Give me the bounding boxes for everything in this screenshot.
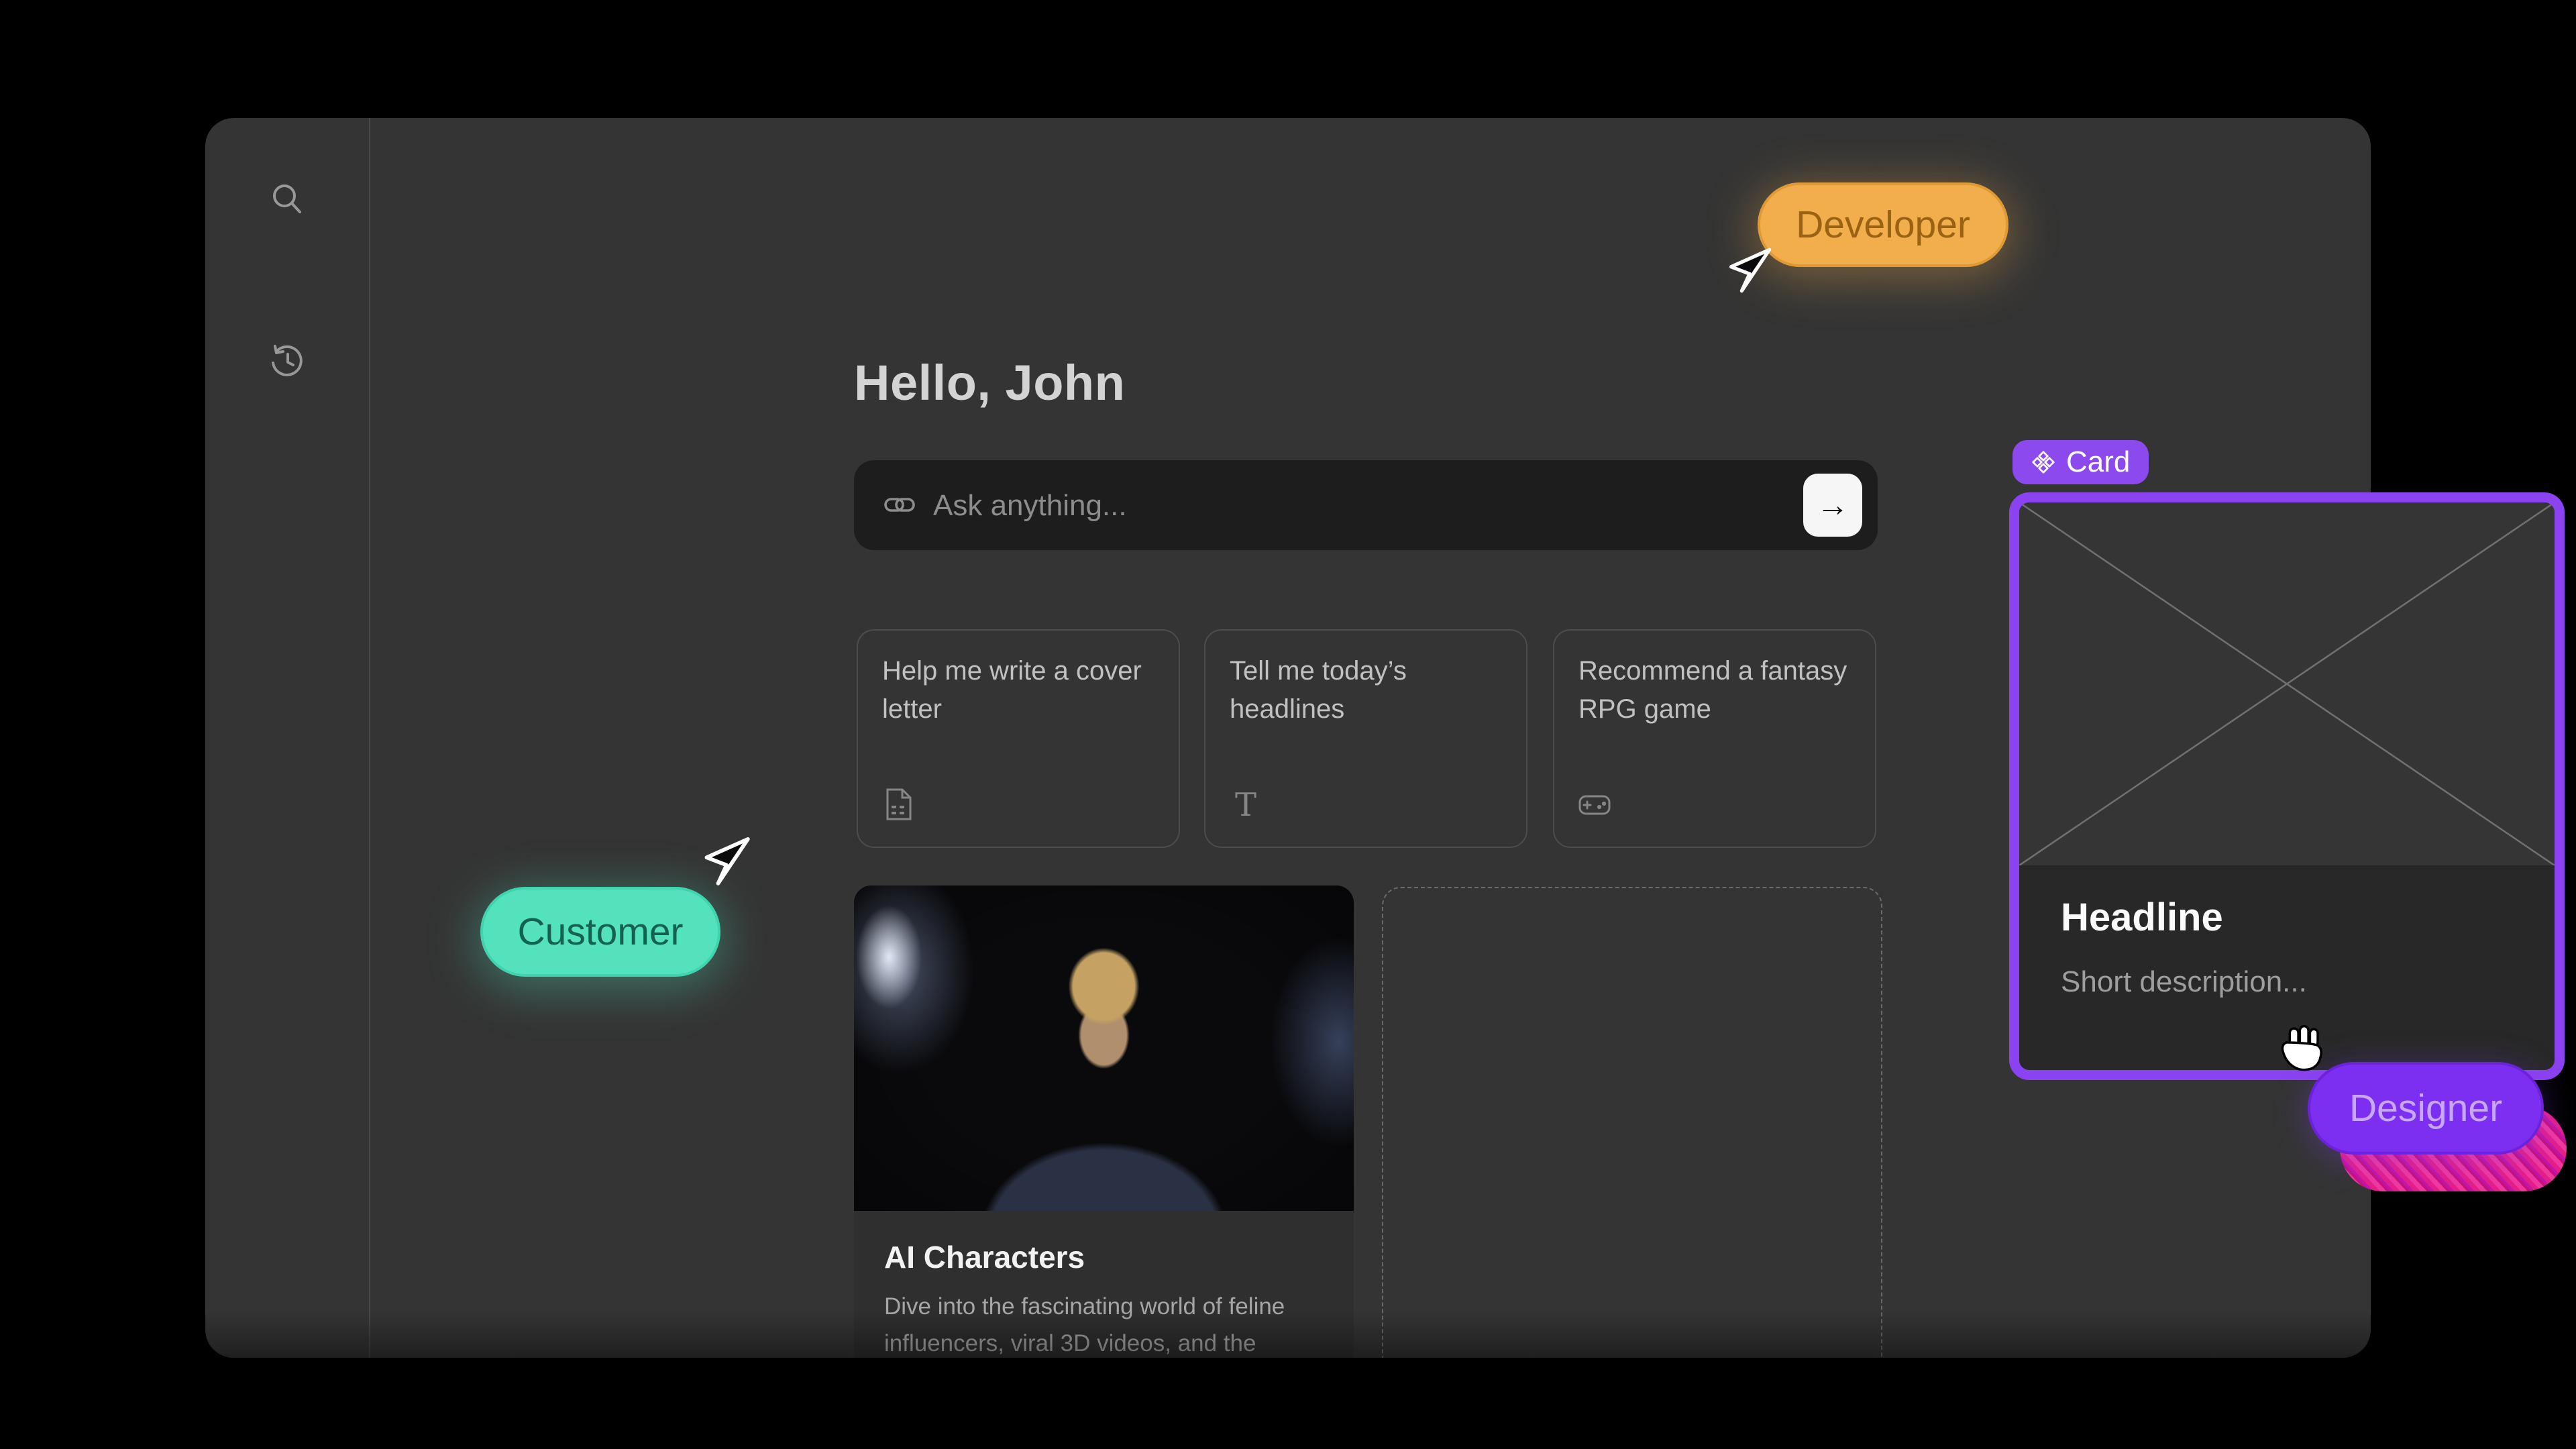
link-icon[interactable] xyxy=(883,491,916,519)
card-description: Short description... xyxy=(2061,965,2307,999)
page-title: Hello, John xyxy=(854,354,1125,411)
suggestion-label: Tell me today’s headlines xyxy=(1230,652,1501,729)
card-drop-placeholder[interactable] xyxy=(1382,887,1882,1358)
developer-role-label: Developer xyxy=(1796,203,1970,247)
suggestion-card-headlines[interactable]: Tell me today’s headlines T xyxy=(1204,629,1527,848)
suggestion-card-cover-letter[interactable]: Help me write a cover letter xyxy=(857,629,1180,848)
ask-bar: → xyxy=(854,460,1878,550)
component-badge-label: Card xyxy=(2066,445,2130,479)
content-card-title: AI Characters xyxy=(884,1239,1085,1275)
content-card-ai-characters[interactable]: AI Characters Dive into the fascinating … xyxy=(854,885,1354,1358)
send-arrow-icon: → xyxy=(1817,487,1849,524)
selected-card-component[interactable]: Headline Short description... xyxy=(2009,492,2565,1080)
designer-role-label: Designer xyxy=(2349,1086,2502,1130)
document-icon xyxy=(882,788,914,821)
history-icon[interactable] xyxy=(268,341,307,380)
developer-role-button[interactable]: Developer xyxy=(1758,182,2008,267)
component-icon xyxy=(2031,450,2055,474)
designer-role-button[interactable]: Designer xyxy=(2308,1062,2544,1155)
suggestion-label: Recommend a fantasy RPG game xyxy=(1578,652,1849,729)
customer-role-button[interactable]: Customer xyxy=(480,887,720,977)
image-placeholder xyxy=(2019,502,2555,865)
svg-text:T: T xyxy=(1235,788,1256,821)
ask-input[interactable] xyxy=(932,460,1760,551)
gamepad-icon xyxy=(1578,788,1611,821)
content-card-description: Dive into the fascinating world of felin… xyxy=(884,1288,1327,1358)
text-icon: T xyxy=(1230,788,1262,821)
card-headline: Headline xyxy=(2061,895,2223,940)
sidebar xyxy=(205,118,370,1358)
ai-characters-photo xyxy=(854,885,1354,1211)
component-badge-card[interactable]: Card xyxy=(2012,440,2149,484)
send-button[interactable]: → xyxy=(1803,474,1862,537)
suggestion-label: Help me write a cover letter xyxy=(882,652,1153,729)
suggestion-card-rpg-game[interactable]: Recommend a fantasy RPG game xyxy=(1553,629,1876,848)
customer-role-label: Customer xyxy=(517,910,683,954)
search-icon[interactable] xyxy=(268,180,307,219)
